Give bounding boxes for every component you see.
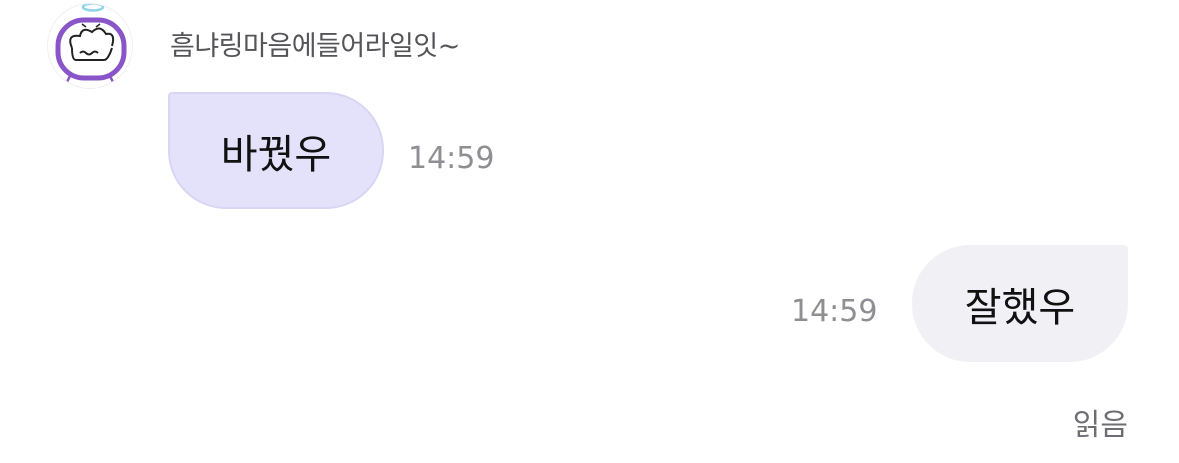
message-text: 바꿨우 xyxy=(220,131,332,178)
incoming-message-bubble[interactable]: 바꿨우 xyxy=(168,92,384,209)
message-timestamp: 14:59 xyxy=(791,294,878,329)
read-receipt: 읽음 xyxy=(1072,408,1128,443)
sender-name: 흠냐링마음에들어라일잇~ xyxy=(170,31,460,62)
message-timestamp: 14:59 xyxy=(408,141,495,176)
sender-avatar[interactable] xyxy=(48,4,132,88)
outgoing-message-bubble[interactable]: 잘했우 xyxy=(912,245,1128,362)
cloud-character-icon xyxy=(55,4,127,83)
message-text: 잘했우 xyxy=(964,284,1076,331)
